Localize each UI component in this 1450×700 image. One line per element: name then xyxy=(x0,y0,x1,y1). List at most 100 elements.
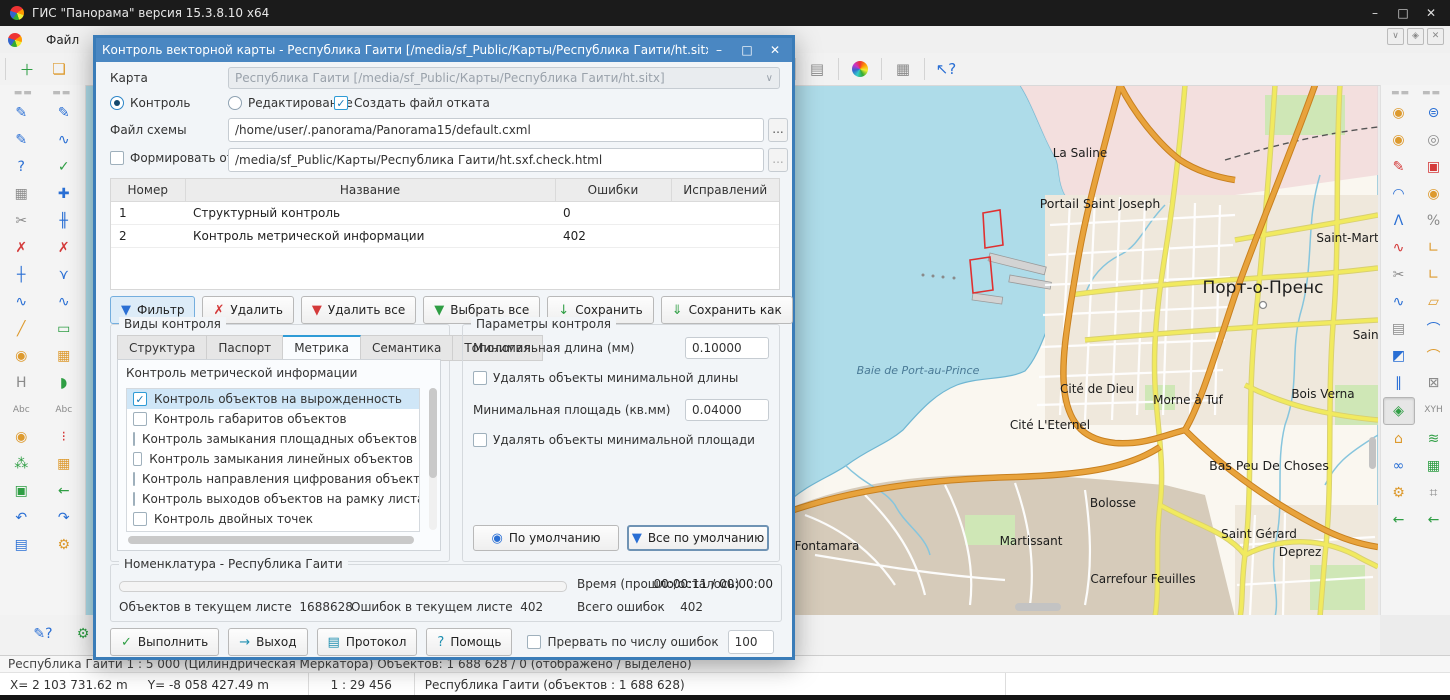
report-browse-button[interactable]: ... xyxy=(768,148,788,172)
map-tiles-icon[interactable]: ▦ xyxy=(1419,453,1449,479)
h-value-icon[interactable]: H xyxy=(6,370,36,396)
search-object-icon[interactable]: ◉ xyxy=(6,424,36,450)
map-combobox[interactable]: Республика Гаити [/media/sf_Public/Карты… xyxy=(228,67,780,89)
add-point-icon[interactable]: ┼ xyxy=(6,262,36,288)
profile-chart-icon[interactable]: ⌒ xyxy=(1419,316,1449,342)
cut-object-icon[interactable]: ✂ xyxy=(6,208,36,234)
smooth-line-icon[interactable]: ∿ xyxy=(49,289,79,315)
split-branch-icon[interactable]: ⋎ xyxy=(49,262,79,288)
flashlight-gray-icon[interactable]: ◎ xyxy=(1419,127,1449,153)
delete-min-length-checkbox[interactable]: Удалять объекты минимальной длины xyxy=(473,371,738,385)
settings-gear-icon[interactable]: ⚙ xyxy=(49,532,79,558)
report-file-input[interactable]: /media/sf_Public/Карты/Республика Гаити/… xyxy=(228,148,764,172)
all-default-button[interactable]: ▼Все по умолчанию xyxy=(627,525,769,551)
table-header[interactable]: Номер xyxy=(111,179,185,202)
status-scale[interactable]: 1 : 29 456 xyxy=(309,673,415,696)
image-layers-icon[interactable]: ▤ xyxy=(6,532,36,558)
area-select-icon[interactable]: ▭ xyxy=(49,316,79,342)
exit-left-icon[interactable]: ← xyxy=(1384,507,1414,533)
palette-edit-icon[interactable]: ◩ xyxy=(1384,343,1414,369)
abort-by-errors-checkbox[interactable]: Прервать по числу ошибок xyxy=(527,635,718,649)
calculator-icon[interactable]: ⌗ xyxy=(1419,480,1449,506)
list-horizontal-scrollbar[interactable] xyxy=(128,536,414,544)
flashlight-history-icon[interactable]: ◉ xyxy=(1384,127,1414,153)
percent-window-icon[interactable]: % xyxy=(1419,208,1449,234)
compass-measure-icon[interactable]: Λ xyxy=(1384,208,1414,234)
stamp-objects-icon[interactable]: ▦ xyxy=(6,181,36,207)
confirm-edit-icon[interactable]: ✓ xyxy=(49,154,79,180)
overlap-areas-icon[interactable]: ▣ xyxy=(1419,154,1449,180)
dialog-minimize-button[interactable]: – xyxy=(708,41,730,59)
help-edit-icon[interactable]: ✎? xyxy=(28,621,58,647)
open-folder-icon[interactable]: ❏ xyxy=(45,56,73,82)
color-layers-icon[interactable]: ≋ xyxy=(1419,426,1449,452)
control-checklist[interactable]: ✓Контроль объектов на вырожденностьКонтр… xyxy=(126,388,420,532)
map-3d-icon[interactable]: ◈ xyxy=(1383,397,1415,425)
text-abc-icon[interactable]: Abc xyxy=(6,397,36,423)
protractor-icon[interactable]: ◠ xyxy=(1384,181,1414,207)
cloud-ruler-icon[interactable]: ∟ xyxy=(1419,235,1449,261)
protocol-button[interactable]: ▤Протокол xyxy=(317,628,418,656)
tab-Структура[interactable]: Структура xyxy=(117,335,207,361)
area-ruler-icon[interactable]: ▱ xyxy=(1419,289,1449,315)
checklist-item[interactable]: Контроль направления цифрования объектов xyxy=(127,469,419,489)
dialog-titlebar[interactable]: Контроль векторной карты - Республика Га… xyxy=(96,38,792,62)
object-passport-icon[interactable]: ▤ xyxy=(803,56,831,82)
checklist-item[interactable]: Контроль двойных точек xyxy=(127,509,419,529)
delete-object-icon[interactable]: ✗ xyxy=(6,235,36,261)
flashlight-icon[interactable]: ◉ xyxy=(1419,181,1449,207)
map-vertical-scrollbar[interactable] xyxy=(1369,437,1376,469)
nodes-edit-icon[interactable]: ∿ xyxy=(1384,235,1414,261)
join-lines-icon[interactable]: ╫ xyxy=(49,208,79,234)
action-button-5[interactable]: ⇓Сохранить как xyxy=(661,296,793,324)
print-map-icon[interactable]: ▤ xyxy=(1384,316,1414,342)
table-header[interactable]: Ошибки xyxy=(555,179,671,202)
min-area-input[interactable]: 0.04000 xyxy=(685,399,769,421)
erase-icon[interactable]: ← xyxy=(49,478,79,504)
print-icon[interactable]: ▦ xyxy=(889,56,917,82)
move-objects-icon[interactable]: ✚ xyxy=(49,181,79,207)
ruler-icon[interactable]: ╱ xyxy=(6,316,36,342)
execute-button[interactable]: ✓Выполнить xyxy=(110,628,219,656)
window-minimize-button[interactable]: – xyxy=(1364,4,1386,22)
cloud-ruler2-icon[interactable]: ∟ xyxy=(1419,262,1449,288)
table-header[interactable]: Исправлений xyxy=(671,179,779,202)
search-grid-icon[interactable]: ▦ xyxy=(49,451,79,477)
delete-min-area-checkbox[interactable]: Удалять объекты минимальной площади xyxy=(473,433,755,447)
table-header[interactable]: Название xyxy=(185,179,555,202)
gear-icon[interactable]: ⚙ xyxy=(1384,480,1414,506)
context-help-icon[interactable]: ↖? xyxy=(932,56,960,82)
crossed-rect-icon[interactable]: ⊠ xyxy=(1419,370,1449,396)
draw-pencil-icon[interactable]: ✎ xyxy=(6,100,36,126)
polygon-green-icon[interactable]: ◗ xyxy=(49,370,79,396)
checklist-item[interactable]: Контроль замыкания линейных объектов xyxy=(127,449,419,469)
cut-nodes-icon[interactable]: ✂ xyxy=(1384,262,1414,288)
scheme-browse-button[interactable]: ... xyxy=(768,118,788,142)
checklist-item[interactable]: Контроль выходов объектов на рамку листа xyxy=(127,489,419,509)
window-maximize-button[interactable]: □ xyxy=(1392,4,1414,22)
panel-control-1[interactable]: ◈ xyxy=(1407,28,1424,45)
window-close-button[interactable]: ✕ xyxy=(1420,4,1442,22)
text-abc2-icon[interactable]: Abc xyxy=(49,397,79,423)
menu-file[interactable]: Файл xyxy=(32,29,93,51)
map-horizontal-scrollbar[interactable] xyxy=(1015,603,1061,611)
edit-pencil-icon[interactable]: ✎ xyxy=(49,100,79,126)
edit-nodes-icon[interactable]: ✎ xyxy=(6,127,36,153)
redo-icon[interactable]: ↷ xyxy=(49,505,79,531)
table-row[interactable]: 2Контроль метрической информации402 xyxy=(111,225,779,248)
copy-objects-icon[interactable]: ▣ xyxy=(6,478,36,504)
flashlight-points-icon[interactable]: ◉ xyxy=(1384,100,1414,126)
binoculars-icon[interactable]: ∞ xyxy=(1384,453,1414,479)
default-button[interactable]: ◉По умолчанию xyxy=(473,525,619,551)
globe-select-icon[interactable]: ⊜ xyxy=(1419,100,1449,126)
app-menu-icon[interactable] xyxy=(8,33,22,47)
points-edit-icon[interactable]: ✎ xyxy=(1384,154,1414,180)
xyh-icon[interactable]: XYH xyxy=(1419,397,1449,423)
help-button[interactable]: ?Помощь xyxy=(426,628,512,656)
nodes-text-icon[interactable]: ∿ xyxy=(1384,289,1414,315)
measure-points-icon[interactable]: ⁝ xyxy=(49,424,79,450)
color-wheel-icon[interactable] xyxy=(852,61,868,77)
checklist-item[interactable]: Контроль габаритов объектов xyxy=(127,409,419,429)
edit-curve-icon[interactable]: ∿ xyxy=(49,127,79,153)
rollback-checkbox[interactable]: ✓Создать файл отката xyxy=(334,96,490,110)
